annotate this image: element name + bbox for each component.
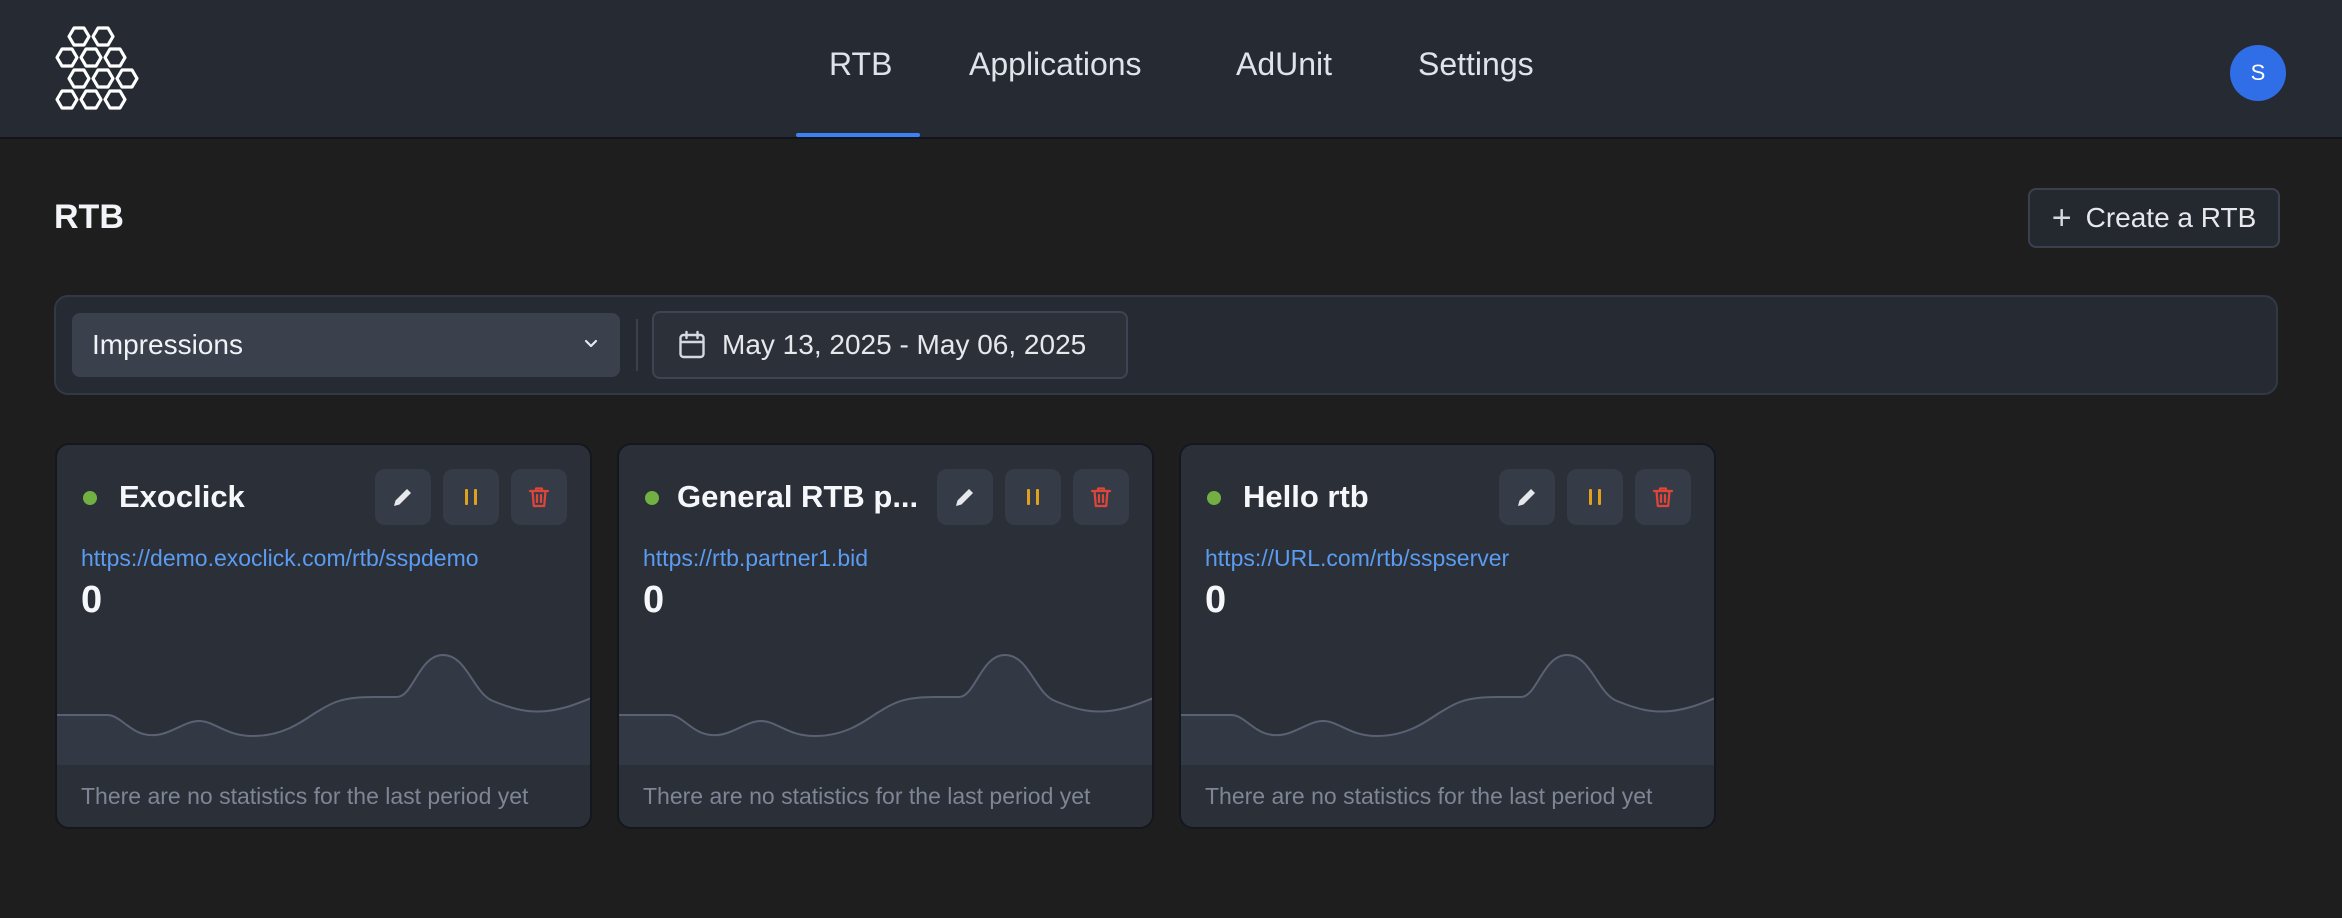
calendar-icon [679, 330, 705, 359]
rtb-name: Exoclick [119, 479, 245, 514]
sparkline-chart [1181, 653, 1714, 765]
top-navigation-bar: RTB Applications AdUnit Settings S [0, 0, 2342, 139]
chevron-down-icon [584, 339, 598, 348]
trash-icon [1652, 487, 1674, 508]
filter-bar: Impressions May 13, 2025 - May 06, 2025 [54, 295, 2278, 395]
nav-item-applications[interactable]: Applications [969, 46, 1142, 83]
pause-icon [465, 489, 477, 505]
metric-select-value: Impressions [92, 329, 243, 360]
rtb-metric-value: 0 [1205, 579, 1227, 621]
trash-icon [528, 487, 550, 508]
no-stats-message: There are no statistics for the last per… [81, 783, 529, 809]
pencil-icon [394, 489, 411, 506]
create-rtb-button[interactable]: + Create a RTB [2028, 188, 2280, 248]
pause-icon [1589, 489, 1601, 505]
rtb-url-link[interactable]: https://rtb.partner1.bid [643, 545, 868, 572]
pause-button[interactable] [1005, 469, 1061, 525]
date-range-label: May 13, 2025 - May 06, 2025 [722, 329, 1087, 360]
plus-icon: + [2051, 199, 2072, 237]
nav-item-settings[interactable]: Settings [1418, 46, 1534, 83]
sparkline-chart [57, 653, 590, 765]
edit-button[interactable] [375, 469, 431, 525]
page-title: RTB [54, 198, 124, 236]
no-stats-message: There are no statistics for the last per… [1205, 783, 1653, 809]
no-stats-message: There are no statistics for the last per… [643, 783, 1091, 809]
edit-button[interactable] [1499, 469, 1555, 525]
status-dot [83, 491, 97, 505]
rtb-name: Hello rtb [1243, 479, 1369, 514]
pencil-icon [956, 489, 973, 506]
pause-icon [1027, 489, 1039, 505]
rtb-card: Hello rtb https://URL.com/rtb/sspserver … [1179, 443, 1716, 829]
filter-divider [636, 319, 638, 371]
delete-button[interactable] [1635, 469, 1691, 525]
rtb-metric-value: 0 [81, 579, 103, 621]
delete-button[interactable] [1073, 469, 1129, 525]
pencil-icon [1518, 489, 1535, 506]
sparkline-chart [619, 653, 1152, 765]
trash-icon [1090, 487, 1112, 508]
user-avatar[interactable]: S [2230, 45, 2286, 101]
status-dot [645, 491, 659, 505]
edit-button[interactable] [937, 469, 993, 525]
status-dot [1207, 491, 1221, 505]
main-nav: RTB Applications AdUnit Settings [0, 0, 2342, 139]
pause-button[interactable] [443, 469, 499, 525]
rtb-metric-value: 0 [643, 579, 665, 621]
rtb-url-link[interactable]: https://demo.exoclick.com/rtb/sspdemo [81, 545, 479, 572]
date-range-picker[interactable]: May 13, 2025 - May 06, 2025 [652, 311, 1128, 379]
rtb-card: Exoclick https://demo.exoclick.com/rtb/s… [55, 443, 592, 829]
pause-button[interactable] [1567, 469, 1623, 525]
rtb-card: General RTB p... https://rtb.partner1.bi… [617, 443, 1154, 829]
active-tab-indicator [796, 133, 920, 137]
delete-button[interactable] [511, 469, 567, 525]
metric-select[interactable]: Impressions [72, 313, 620, 377]
nav-item-rtb[interactable]: RTB [829, 46, 892, 83]
create-rtb-label: Create a RTB [2085, 202, 2257, 233]
nav-item-adunit[interactable]: AdUnit [1236, 46, 1332, 83]
rtb-name: General RTB p... [677, 479, 919, 514]
rtb-url-link[interactable]: https://URL.com/rtb/sspserver [1205, 545, 1509, 572]
